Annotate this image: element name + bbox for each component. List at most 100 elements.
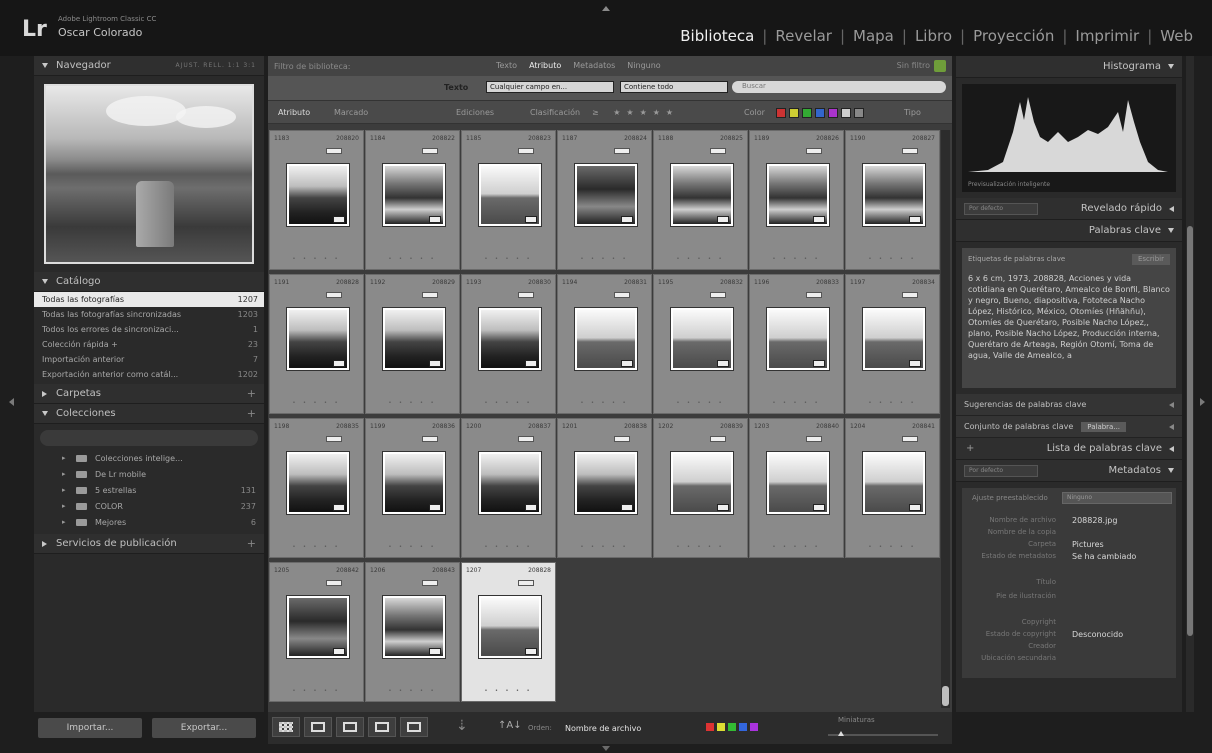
type-filter[interactable]: Tipo [904,108,921,117]
collection-item[interactable]: ▸ De Lr mobile [34,466,264,482]
zoom-options[interactable]: AJUST. RELL. 1:1 3:1 [175,62,256,69]
edit-badge-icon[interactable] [525,216,537,223]
rating-stars[interactable]: • • • • • [366,400,459,406]
edit-badge-icon[interactable] [429,648,441,655]
thumbnail-cell[interactable]: 1191 208828 • • • • • [269,274,364,414]
grid-view-button[interactable] [272,717,300,737]
catalog-item[interactable]: Todos los errores de sincronizaci... 1 [34,322,264,337]
thumbnail-cell[interactable]: 1207 208828 • • • • • [461,562,556,702]
publish-header[interactable]: Servicios de publicación + [34,534,264,554]
rating-stars[interactable]: • • • • • [366,688,459,694]
collections-header[interactable]: Colecciones + [34,404,264,424]
collapse-left-icon[interactable] [9,398,14,406]
edit-badge-icon[interactable] [909,216,921,223]
metadata-badge-icon[interactable] [806,436,822,442]
thumbnail-cell[interactable]: 1205 208842 • • • • • [269,562,364,702]
metadata-badge-icon[interactable] [614,292,630,298]
color-label-button[interactable] [739,723,747,731]
collection-search-input[interactable] [40,430,258,446]
color-label-swatch[interactable] [776,108,786,118]
module-3[interactable]: Libro [910,27,957,45]
rating-stars[interactable]: • • • • • [750,256,843,262]
people-view-button[interactable] [400,717,428,737]
module-2[interactable]: Mapa [848,27,899,45]
catalog-item[interactable]: Todas las fotografías 1207 [34,292,264,307]
edit-badge-icon[interactable] [525,360,537,367]
collection-item[interactable]: ▸ 5 estrellas 131 [34,482,264,498]
thumbnail-cell[interactable]: 1196 208833 • • • • • [749,274,844,414]
thumbnail-cell[interactable]: 1204 208841 • • • • • [845,418,940,558]
metadata-badge-icon[interactable] [902,148,918,154]
edit-badge-icon[interactable] [813,360,825,367]
rating-stars[interactable]: • • • • • [270,688,363,694]
rating-stars[interactable]: • • • • • [846,256,939,262]
color-label-swatch[interactable] [828,108,838,118]
expand-icon[interactable]: ▸ [62,470,76,478]
add-publish-button[interactable]: + [247,537,256,550]
edit-badge-icon[interactable] [333,360,345,367]
rating-stars[interactable]: • • • • • [270,256,363,262]
sort-direction-icon[interactable]: ↑A↓ [498,720,522,731]
catalog-item[interactable]: Colección rápida + 23 [34,337,264,352]
thumbnail-cell[interactable]: 1200 208837 • • • • • [461,418,556,558]
add-folder-button[interactable]: + [247,387,256,400]
color-label-swatch[interactable] [802,108,812,118]
thumbnail-size-slider[interactable] [828,731,938,736]
metadata-value[interactable]: Pictures [1072,540,1104,549]
filter-tab[interactable]: Texto [496,61,517,70]
edit-badge-icon[interactable] [429,216,441,223]
expand-icon[interactable]: ▸ [62,454,76,462]
rating-stars[interactable]: • • • • • [366,544,459,550]
slider-handle[interactable] [838,731,844,736]
metadata-header[interactable]: Por defecto Metadatos [956,460,1182,482]
catalog-item[interactable]: Importación anterior 7 [34,352,264,367]
add-collection-button[interactable]: + [247,407,256,420]
export-button[interactable]: Exportar... [152,718,256,738]
edit-badge-icon[interactable] [621,504,633,511]
metadata-preset-select[interactable]: Ninguno [1062,492,1172,504]
rating-filter[interactable]: Clasificación [530,108,580,117]
keyword-mode-select[interactable]: Escribir [1131,254,1170,265]
collapse-top-icon[interactable] [602,6,610,11]
metadata-badge-icon[interactable] [422,148,438,154]
collapse-right-icon[interactable] [1200,398,1205,406]
filter-tab[interactable]: Metadatos [573,61,615,70]
histogram-header[interactable]: Histograma [956,56,1182,78]
color-label-swatch[interactable] [815,108,825,118]
metadata-badge-icon[interactable] [518,436,534,442]
edit-badge-icon[interactable] [813,504,825,511]
edit-badge-icon[interactable] [333,216,345,223]
rating-stars[interactable]: • • • • • [462,256,555,262]
metadata-badge-icon[interactable] [710,436,726,442]
module-5[interactable]: Imprimir [1070,27,1144,45]
thumbnail-cell[interactable]: 1201 208838 • • • • • [557,418,652,558]
thumbnail-cell[interactable]: 1195 208832 • • • • • [653,274,748,414]
add-keyword-button[interactable]: + [966,443,974,454]
collection-item[interactable]: ▸ Mejores 6 [34,514,264,530]
thumbnail-cell[interactable]: 1198 208835 • • • • • [269,418,364,558]
navigator-preview[interactable] [44,84,254,264]
right-panel-scrollbar[interactable] [1186,56,1194,712]
thumbnail-cell[interactable]: 1183 208820 • • • • • [269,130,364,270]
metadata-badge-icon[interactable] [422,292,438,298]
search-input[interactable]: Buscar [732,81,946,93]
scroll-thumb[interactable] [1187,226,1193,636]
keyword-list-header[interactable]: + Lista de palabras clave [956,438,1182,460]
keyword-suggestions-row[interactable]: Sugerencias de palabras clave [956,394,1182,416]
module-4[interactable]: Proyección [968,27,1059,45]
color-label-button[interactable] [728,723,736,731]
keyword-set-row[interactable]: Conjunto de palabras clave Palabra... [956,416,1182,438]
edit-badge-icon[interactable] [621,216,633,223]
color-label-button[interactable] [717,723,725,731]
navigator-header[interactable]: Navegador AJUST. RELL. 1:1 3:1 [34,56,264,76]
painter-icon[interactable]: ⇣ [456,718,468,734]
filter-tab[interactable]: Atributo [529,61,561,70]
edit-badge-icon[interactable] [813,216,825,223]
thumbnail-cell[interactable]: 1199 208836 • • • • • [365,418,460,558]
rating-stars[interactable]: • • • • • [846,400,939,406]
color-label-swatch[interactable] [854,108,864,118]
catalog-item[interactable]: Exportación anterior como catál... 1202 [34,367,264,382]
rating-stars[interactable]: • • • • • [558,400,651,406]
metadata-value[interactable]: 208828.jpg [1072,516,1117,525]
metadata-badge-icon[interactable] [422,580,438,586]
